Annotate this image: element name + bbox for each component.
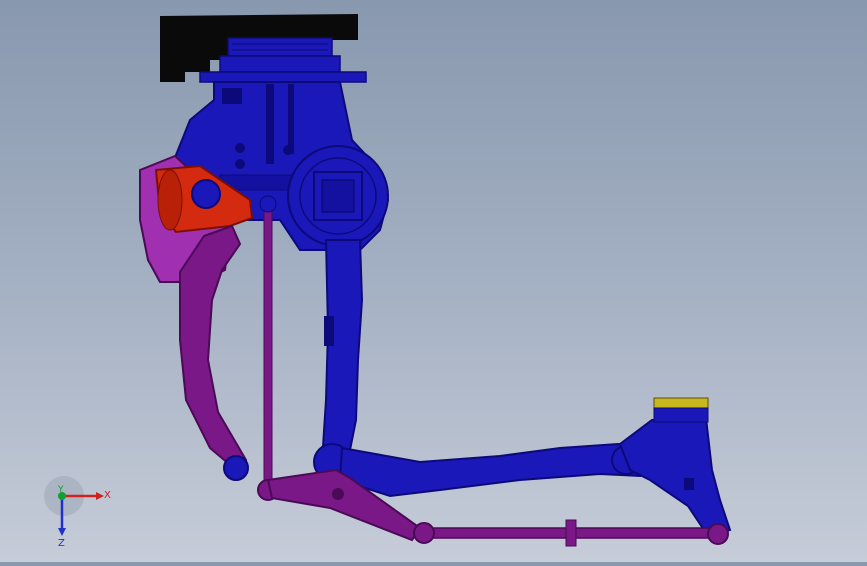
triad-z-label: Z: [58, 538, 65, 549]
robot-model[interactable]: X Y Z: [0, 0, 867, 562]
3d-viewport[interactable]: X Y Z: [0, 0, 867, 562]
tool-flange[interactable]: [653, 397, 709, 423]
triad-x-label: X: [104, 490, 111, 501]
parallel-rod[interactable]: [257, 195, 279, 501]
triad-y-label: Y: [57, 485, 64, 495]
coordinate-triad-icon: X Y Z: [44, 476, 111, 549]
forearm[interactable]: [338, 442, 641, 498]
wrist[interactable]: [618, 416, 732, 538]
upper-link-left[interactable]: [179, 224, 248, 472]
bottom-rod[interactable]: [413, 519, 729, 547]
upper-arm[interactable]: [320, 239, 364, 464]
